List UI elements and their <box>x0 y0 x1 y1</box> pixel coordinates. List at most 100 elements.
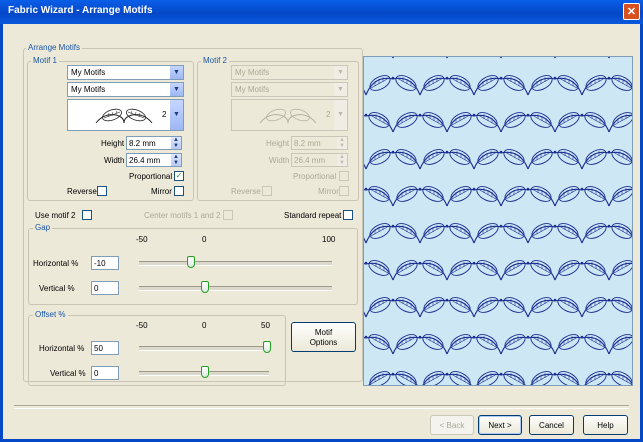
gap-vertical-value: 0 <box>94 284 99 293</box>
leaf-motif-icon <box>554 186 610 207</box>
motif1-set-select[interactable]: My Motifs ▼ <box>67 82 184 97</box>
leaf-motif-icon <box>581 223 632 244</box>
motif1-folder-select[interactable]: My Motifs ▼ <box>67 65 184 80</box>
motif1-folder-value: My Motifs <box>71 68 106 77</box>
motif2-reverse-checkbox[interactable] <box>262 186 272 196</box>
leaf-motif-icon <box>364 311 367 318</box>
leaf-motif-icon <box>500 334 556 355</box>
leaf-motif-icon <box>473 149 529 170</box>
chevron-down-icon[interactable]: ▼ <box>334 100 347 130</box>
motif2-motif-select[interactable]: 2 ▼ <box>231 99 348 131</box>
leaf-motif-icon <box>527 149 583 170</box>
chevron-down-icon[interactable]: ▼ <box>170 83 183 96</box>
leaf-motif-icon <box>364 369 366 385</box>
close-button[interactable]: ✕ <box>623 3 640 20</box>
motif1-proportional-checkbox[interactable]: ✓ <box>174 171 184 181</box>
offset-label: Offset % <box>33 310 68 319</box>
chevron-down-icon[interactable]: ▼ <box>170 66 183 79</box>
leaf-motif-icon <box>581 297 632 318</box>
gap-horizontal-slider[interactable] <box>139 261 332 266</box>
offset-vertical-label: Vertical % <box>50 369 86 378</box>
leaf-motif-icon <box>554 112 610 133</box>
offset-scale-max: 50 <box>261 321 270 330</box>
gap-vertical-input[interactable]: 0 <box>91 281 119 295</box>
offset-horizontal-slider-thumb[interactable] <box>263 341 271 353</box>
leaf-motif-icon <box>364 334 394 355</box>
offset-horizontal-slider[interactable] <box>139 346 269 351</box>
motif1-set-value: My Motifs <box>71 85 106 94</box>
spin-arrows-icon[interactable]: ▲ ▼ <box>171 154 181 166</box>
gap-label: Gap <box>33 223 53 232</box>
help-button[interactable]: Help <box>583 415 628 435</box>
motif2-mirror-checkbox[interactable] <box>339 186 349 196</box>
leaf-motif-icon <box>392 112 448 133</box>
cancel-button[interactable]: Cancel <box>529 415 574 435</box>
motif2-proportional-checkbox[interactable] <box>339 171 349 181</box>
motif2-width-spinner[interactable]: 26.4 mm ▲ ▼ <box>291 153 348 167</box>
button-separator <box>14 405 629 409</box>
leaf-motif-icon <box>446 260 502 281</box>
gap-vertical-label: Vertical % <box>39 284 75 293</box>
spin-arrows-icon[interactable]: ▲ ▼ <box>337 154 347 166</box>
offset-scale-zero: 0 <box>202 321 207 330</box>
pattern-preview <box>363 56 633 386</box>
spin-arrows-icon[interactable]: ▲ ▼ <box>171 137 181 149</box>
use-motif2-checkbox[interactable] <box>82 210 92 220</box>
motif1-height-label: Height <box>101 139 125 148</box>
leaf-motif-icon <box>364 163 367 170</box>
leaf-motif-icon <box>364 260 394 281</box>
spin-arrows-icon[interactable]: ▲ ▼ <box>337 137 347 149</box>
motif1-motif-select[interactable]: 2 ▼ <box>67 99 184 131</box>
leaf-motif-icon <box>364 112 394 133</box>
leaf-motif-icon <box>365 149 421 170</box>
motif1-height-spinner[interactable]: 8.2 mm ▲ ▼ <box>126 136 182 150</box>
fabric-pattern-preview <box>364 57 632 385</box>
standard-repeat-label: Standard repeat <box>284 211 342 220</box>
offset-vertical-input[interactable]: 0 <box>91 366 119 380</box>
motif2-width-label: Width <box>269 156 290 165</box>
offset-horizontal-value: 50 <box>94 344 103 353</box>
gap-scale-max: 100 <box>322 235 336 244</box>
offset-horizontal-label: Horizontal % <box>39 344 85 353</box>
gap-horizontal-input[interactable]: -10 <box>91 256 119 270</box>
leaf-motif-icon <box>473 75 529 96</box>
leaf-motif-icon <box>527 75 583 96</box>
gap-vertical-slider-thumb[interactable] <box>201 281 209 293</box>
motif-options-button[interactable]: Motif Options <box>291 322 356 352</box>
cancel-button-label: Cancel <box>539 421 564 430</box>
motif1-width-label: Width <box>104 156 125 165</box>
leaf-motif-icon <box>364 237 367 244</box>
leaf-motif-icon <box>476 371 526 385</box>
next-button[interactable]: Next > <box>478 415 522 435</box>
motif1-proportional-label: Proportional <box>129 172 173 181</box>
motif2-height-spinner[interactable]: 8.2 mm ▲ ▼ <box>291 136 348 150</box>
gap-scale-zero: 0 <box>202 235 207 244</box>
center-motifs-checkbox[interactable] <box>223 210 233 220</box>
motif2-set-select[interactable]: My Motifs ▼ <box>231 82 348 97</box>
motif2-folder-select[interactable]: My Motifs ▼ <box>231 65 348 80</box>
back-button[interactable]: < Back <box>430 415 474 435</box>
motif2-proportional-label: Proportional <box>293 172 337 181</box>
leaf-motif-icon <box>608 334 632 355</box>
leaf-motif-icon <box>392 334 448 355</box>
leaf-motif-icon <box>608 186 632 207</box>
leaf-motif-icon <box>365 223 421 244</box>
chevron-down-icon[interactable]: ▼ <box>170 100 183 130</box>
offset-vertical-slider-thumb[interactable] <box>201 366 209 378</box>
leaf-motif-icon <box>500 57 556 59</box>
motif1-width-spinner[interactable]: 26.4 mm ▲ ▼ <box>126 153 182 167</box>
gap-horizontal-slider-thumb[interactable] <box>187 256 195 268</box>
standard-repeat-checkbox[interactable] <box>343 210 353 220</box>
motif1-mirror-checkbox[interactable] <box>174 186 184 196</box>
chevron-down-icon[interactable]: ▼ <box>334 66 347 79</box>
leaf-motif-icon <box>554 260 610 281</box>
leaf-motif-icon <box>500 260 556 281</box>
leaf-motif-icon <box>500 186 556 207</box>
leaf-motif-icon <box>581 75 632 96</box>
offset-horizontal-input[interactable]: 50 <box>91 341 119 355</box>
gap-vertical-slider[interactable] <box>139 286 332 291</box>
chevron-down-icon[interactable]: ▼ <box>334 83 347 96</box>
motif1-reverse-checkbox[interactable] <box>97 186 107 196</box>
leaf-motif-icon <box>419 75 475 96</box>
leaf-motif-icon <box>259 108 317 124</box>
